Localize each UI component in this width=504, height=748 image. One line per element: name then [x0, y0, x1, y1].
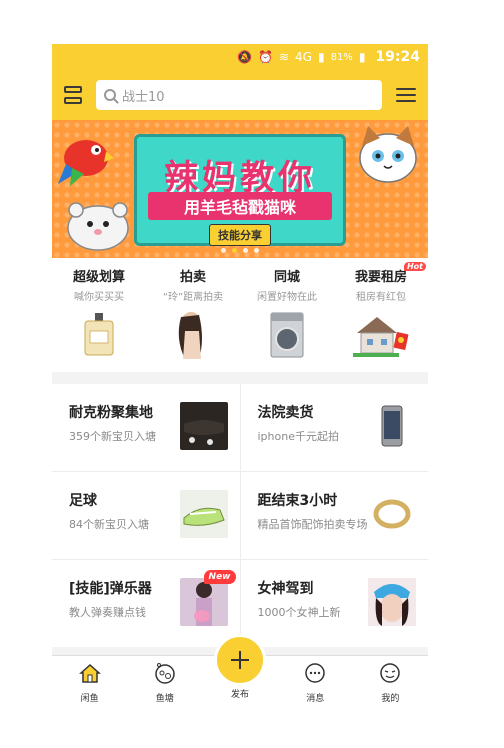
- banner-subtitle: 用羊毛毡戳猫咪: [148, 192, 332, 220]
- banner-pager: [221, 248, 259, 253]
- tab-messages[interactable]: 消息: [278, 656, 353, 706]
- search-placeholder: 战士10: [122, 89, 165, 105]
- feature-auction[interactable]: 拍卖 “玲”距离拍卖: [146, 258, 240, 372]
- tab-label: 闲鱼: [80, 694, 99, 704]
- menu-icon[interactable]: [394, 83, 418, 107]
- iphone-thumbnail: [368, 402, 416, 450]
- card-nike-fans[interactable]: 耐克粉聚集地 359个新宝贝入塘: [52, 384, 240, 471]
- signal-icon: ▮: [317, 50, 325, 64]
- pager-dot[interactable]: [221, 248, 226, 253]
- feature-row: 超级划算 喊你买买买 拍卖 “玲”距离拍卖 同城 闲置好物在此 Hot 我要租房…: [52, 258, 428, 372]
- feature-title: 同城: [273, 270, 300, 285]
- feature-subtitle: “玲”距离拍卖: [162, 292, 224, 303]
- feature-super-deal[interactable]: 超级划算 喊你买买买: [52, 258, 146, 372]
- shoes-thumbnail: [179, 402, 228, 450]
- card-music-skill[interactable]: New [技能]弹乐器 教人弹奏赚点钱: [52, 560, 240, 647]
- bottom-tab-bar: 闲鱼 鱼塘 发布 消息 我的: [52, 634, 428, 706]
- tab-label: 消息: [306, 694, 325, 704]
- tab-label: 我的: [381, 694, 400, 704]
- house-image: [353, 317, 409, 357]
- tab-fishpond[interactable]: 鱼塘: [127, 656, 202, 706]
- perfume-image: [84, 313, 114, 356]
- tab-label: 鱼塘: [155, 694, 174, 704]
- publish-button[interactable]: [214, 634, 266, 686]
- card-football[interactable]: 足球 84个新宝贝入塘: [52, 472, 240, 559]
- card-court-sale[interactable]: 法院卖货 iphone千元起拍: [240, 384, 428, 471]
- top-header: 战士10: [52, 70, 428, 120]
- new-badge: New: [203, 570, 236, 584]
- card-subtitle: 1000个女神上新: [257, 606, 341, 619]
- ukulele-thumbnail: [179, 578, 228, 626]
- tab-home[interactable]: 闲鱼: [52, 656, 127, 706]
- card-subtitle: 359个新宝贝入塘: [69, 430, 156, 443]
- card-subtitle: 教人弹奏赚点钱: [69, 606, 146, 619]
- ring-thumbnail: [368, 490, 416, 538]
- feature-subtitle: 闲置好物在此: [257, 292, 317, 303]
- network-type: 4G: [295, 50, 312, 64]
- pager-dot[interactable]: [243, 248, 248, 253]
- phone-screen: 🔕 ⏰ ≋ 4G ▮ 81% ▮ 19:24 战士10 辣妈教你 用羊毛毡戳猫咪…: [52, 44, 428, 706]
- card-ending-soon[interactable]: 距结束3小时 精品首饰配饰拍卖专场: [240, 472, 428, 559]
- feature-same-city[interactable]: 同城 闲置好物在此: [240, 258, 334, 372]
- fishpond-icon: [155, 663, 175, 684]
- model-image: [178, 312, 202, 359]
- message-icon: [305, 663, 325, 683]
- feature-title: 超级划算: [72, 270, 125, 285]
- wifi-icon: ≋: [278, 50, 290, 64]
- feature-subtitle: 租房有红包: [356, 292, 406, 303]
- tab-label: 发布: [231, 690, 250, 700]
- feature-title: 拍卖: [179, 270, 206, 285]
- pager-dot[interactable]: [254, 248, 259, 253]
- tab-publish[interactable]: 发布: [202, 634, 277, 706]
- search-input[interactable]: 战士10: [96, 80, 382, 110]
- category-icon[interactable]: [62, 84, 84, 106]
- feature-rent-house[interactable]: Hot 我要租房 租房有红包: [334, 258, 428, 372]
- washing-machine-image: [270, 312, 304, 358]
- profile-icon: [380, 663, 401, 683]
- parrot-illustration: [58, 140, 114, 186]
- content-cards: 耐克粉聚集地 359个新宝贝入塘 法院卖货 iphone千元起拍 足球 84个新…: [52, 384, 428, 647]
- card-subtitle: iphone千元起拍: [257, 430, 339, 443]
- plus-icon: [231, 651, 249, 669]
- feature-subtitle: 喊你买买买: [74, 292, 124, 303]
- card-subtitle: 精品首饰配饰拍卖专场: [257, 518, 368, 531]
- home-icon: [78, 663, 101, 683]
- cleats-thumbnail: [179, 490, 228, 538]
- card-goddess[interactable]: 女神驾到 1000个女神上新: [240, 560, 428, 647]
- promo-banner[interactable]: 辣妈教你 用羊毛毡戳猫咪 技能分享: [52, 120, 428, 258]
- hot-badge: Hot: [403, 262, 426, 271]
- battery-icon: ▮: [358, 50, 366, 64]
- hamster-illustration: [67, 202, 129, 251]
- mute-icon: 🔕: [237, 50, 253, 64]
- card-subtitle: 84个新宝贝入塘: [69, 518, 149, 531]
- pager-dot-active[interactable]: [232, 248, 237, 253]
- portrait-thumbnail: [368, 578, 416, 626]
- battery-level: 81%: [330, 51, 353, 63]
- alarm-icon: ⏰: [258, 50, 273, 64]
- status-bar: 🔕 ⏰ ≋ 4G ▮ 81% ▮ 19:24: [52, 44, 428, 70]
- banner-board: 辣妈教你 用羊毛毡戳猫咪 技能分享: [134, 134, 346, 246]
- banner-tag: 技能分享: [209, 224, 271, 246]
- cat-illustration: [359, 126, 417, 183]
- clock: 19:24: [375, 49, 420, 65]
- tab-profile[interactable]: 我的: [353, 656, 428, 706]
- search-icon: [104, 89, 116, 101]
